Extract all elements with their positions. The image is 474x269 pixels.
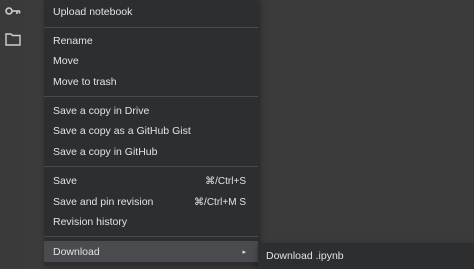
menu-item-upload-notebook[interactable]: Upload notebook [44, 2, 258, 22]
menu-item-label: Move to trash [53, 76, 117, 88]
menu-item-label: Download [53, 245, 100, 258]
menu-divider [44, 236, 258, 237]
menu-item-shortcut: ⌘/Ctrl+S [205, 175, 246, 187]
left-rail [0, 0, 26, 266]
menu-item-download[interactable]: Download ▸ [44, 241, 258, 262]
menu-item-save[interactable]: Save ⌘/Ctrl+S [44, 171, 258, 191]
menu-divider [44, 96, 258, 97]
submenu-item-download-ipynb[interactable]: Download .ipynb [258, 243, 474, 269]
menu-divider [44, 27, 258, 28]
file-menu: Upload notebook Rename Move Move to tras… [44, 0, 258, 266]
menu-item-shortcut: ⌘/Ctrl+M S [194, 196, 246, 208]
menu-item-move-to-trash[interactable]: Move to trash [44, 72, 258, 92]
menu-divider [44, 166, 258, 167]
menu-item-save-copy-gist[interactable]: Save a copy as a GitHub Gist [44, 121, 258, 141]
download-submenu: Download .ipynb [258, 243, 474, 269]
menu-item-save-copy-github[interactable]: Save a copy in GitHub [44, 142, 258, 162]
submenu-item-label: Download .ipynb [266, 250, 344, 262]
folder-icon[interactable] [4, 30, 22, 48]
menu-item-label: Save a copy in Drive [53, 105, 150, 117]
menu-item-move[interactable]: Move [44, 51, 258, 71]
menu-item-label: Move [53, 55, 79, 67]
menu-item-revision-history[interactable]: Revision history [44, 212, 258, 232]
menu-item-label: Save a copy as a GitHub Gist [53, 125, 191, 137]
key-icon[interactable] [4, 2, 22, 20]
menu-item-label: Save a copy in GitHub [53, 146, 158, 158]
menu-item-label: Save [53, 175, 77, 187]
chevron-right-icon: ▸ [242, 248, 246, 256]
menu-item-label: Save and pin revision [53, 196, 154, 208]
menu-item-label: Revision history [53, 216, 128, 228]
menu-item-save-copy-drive[interactable]: Save a copy in Drive [44, 101, 258, 121]
menu-item-label: Rename [53, 35, 93, 47]
menu-item-rename[interactable]: Rename [44, 31, 258, 51]
menu-item-save-and-pin-revision[interactable]: Save and pin revision ⌘/Ctrl+M S [44, 192, 258, 212]
menu-item-label: Upload notebook [53, 6, 133, 18]
